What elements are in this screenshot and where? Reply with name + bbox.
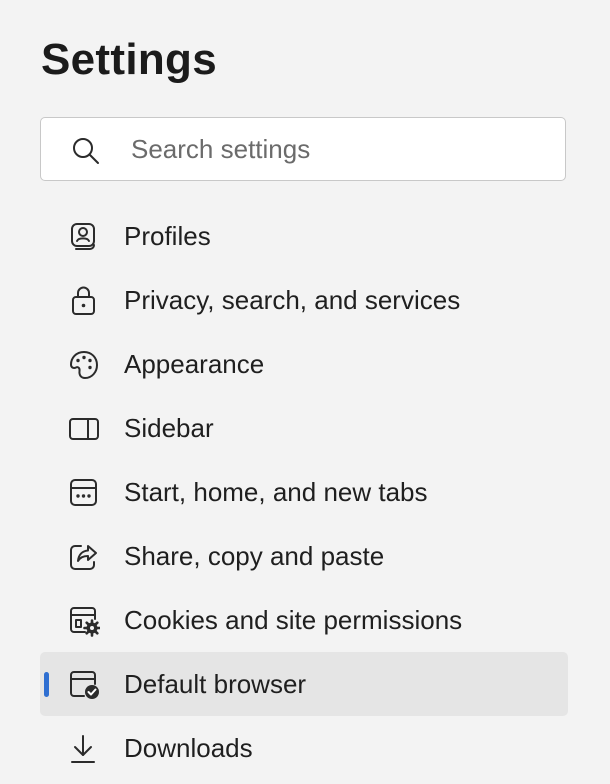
nav-item-downloads[interactable]: Downloads	[40, 716, 568, 780]
selected-indicator	[44, 672, 49, 697]
sidebar-icon	[68, 413, 100, 445]
nav-item-label: Start, home, and new tabs	[124, 477, 428, 507]
nav-item-label: Default browser	[124, 669, 307, 699]
nav-item-label: Downloads	[124, 733, 253, 763]
nav-item-share-copy-paste[interactable]: Share, copy and paste	[40, 524, 568, 588]
nav-item-label: Share, copy and paste	[124, 541, 385, 571]
nav-item-label: Privacy, search, and services	[124, 285, 461, 315]
nav-item-sidebar[interactable]: Sidebar	[40, 396, 568, 460]
nav-item-default-browser[interactable]: Default browser	[40, 652, 568, 716]
cookies-permissions-icon	[68, 605, 100, 637]
new-tab-icon	[68, 477, 100, 509]
nav-item-label: Sidebar	[124, 413, 214, 443]
nav-item-profiles[interactable]: Profiles	[40, 204, 568, 268]
nav-item-appearance[interactable]: Appearance	[40, 332, 568, 396]
nav-item-start-home[interactable]: Start, home, and new tabs	[40, 460, 568, 524]
settings-nav: Profiles Privacy, search, and services A…	[40, 204, 568, 780]
palette-icon	[68, 349, 100, 381]
settings-panel: Settings Profiles	[0, 0, 610, 784]
search-input[interactable]	[131, 118, 551, 180]
nav-item-label: Cookies and site permissions	[124, 605, 463, 635]
nav-item-privacy[interactable]: Privacy, search, and services	[40, 268, 568, 332]
profile-icon	[68, 221, 100, 253]
nav-item-label: Appearance	[124, 349, 265, 379]
search-box[interactable]	[40, 117, 566, 181]
nav-item-cookies[interactable]: Cookies and site permissions	[40, 588, 568, 652]
default-browser-icon	[68, 669, 100, 701]
nav-item-label: Profiles	[124, 221, 211, 251]
share-icon	[68, 541, 100, 573]
page-title: Settings	[41, 35, 217, 84]
lock-icon	[68, 285, 100, 317]
download-icon	[68, 733, 100, 765]
search-icon	[71, 136, 101, 166]
